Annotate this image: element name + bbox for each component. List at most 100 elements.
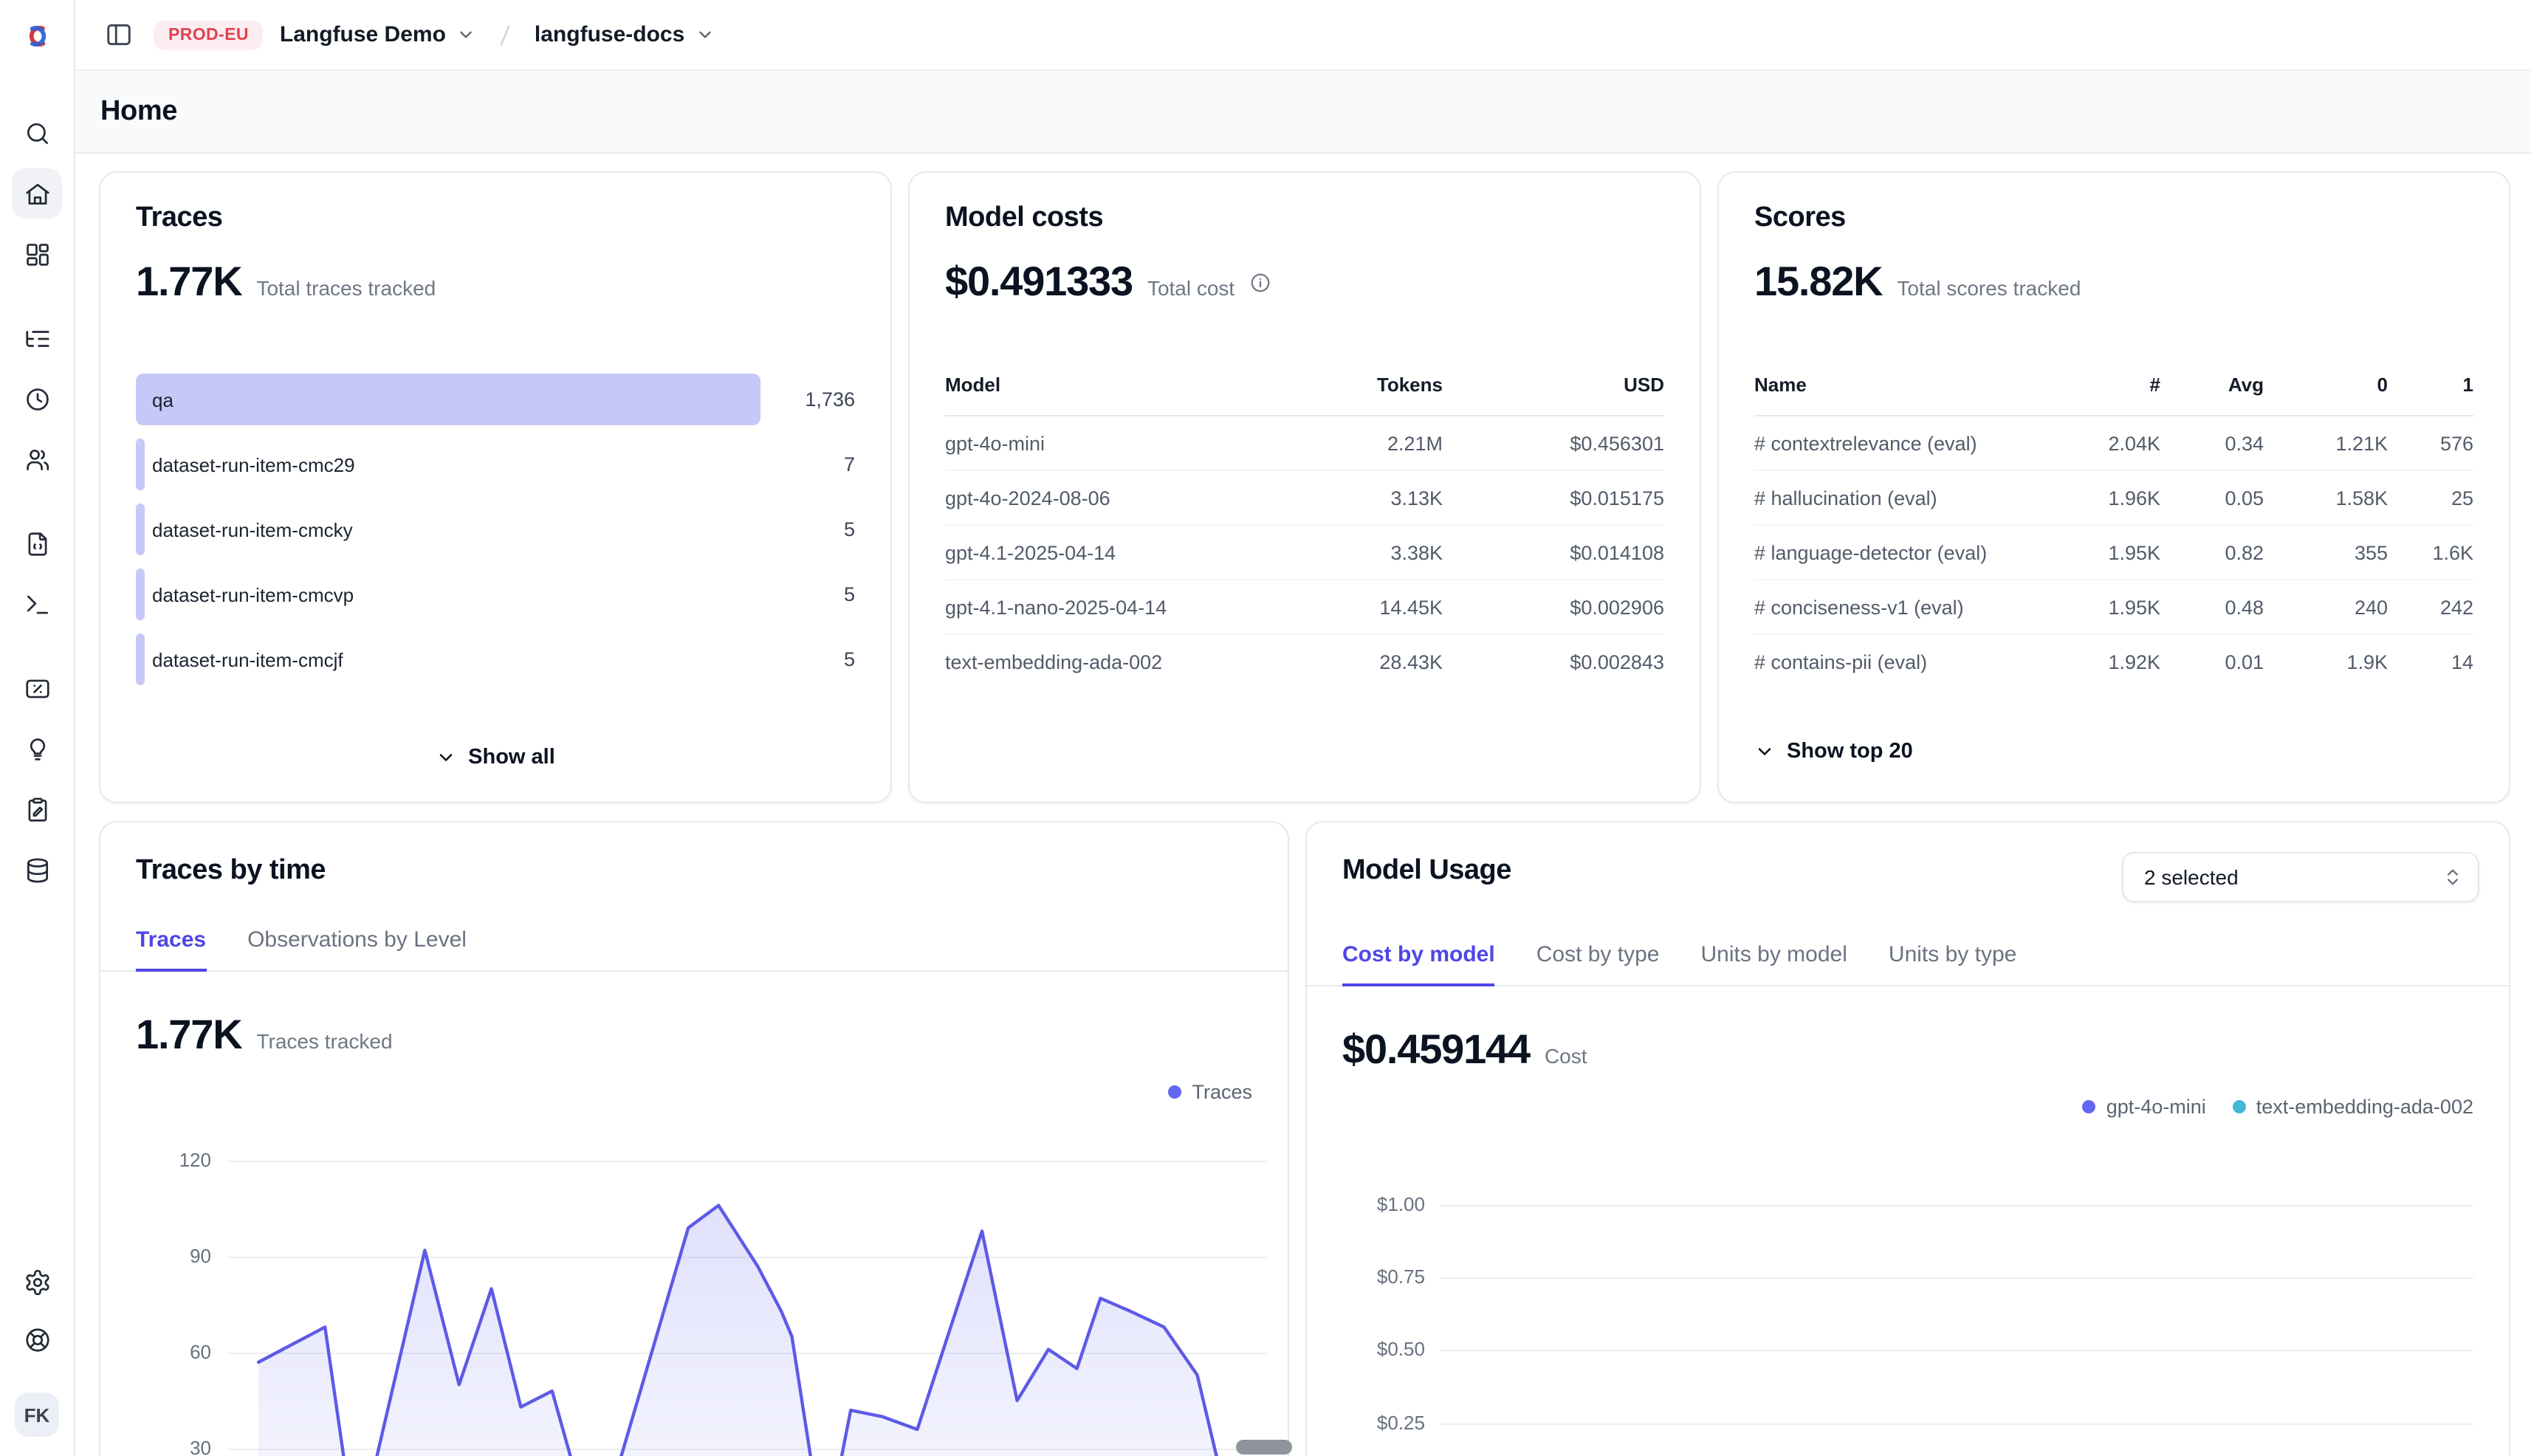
table-header-row: Name#Avg01 (1754, 374, 2473, 416)
table-cell: 0.82 (2160, 541, 2264, 563)
trace-bar-row: qa1,736 (136, 374, 855, 425)
table-cell: # contextrelevance (eval) (1754, 432, 2057, 454)
traces-by-time-card: Traces by time TracesObservations by Lev… (99, 821, 1289, 1456)
legend-dot-icon (2233, 1100, 2246, 1113)
scores-card: Scores 15.82K Total scores tracked Name#… (1717, 171, 2510, 803)
sidebar-toggle-button[interactable] (99, 16, 137, 54)
table-cell: text-embedding-ada-002 (945, 651, 1280, 673)
gridline (1440, 1205, 2473, 1206)
tab-observations-by-level[interactable]: Observations by Level (247, 927, 467, 972)
chevron-down-icon (456, 25, 475, 44)
y-axis-label: $0.50 (1307, 1339, 1425, 1362)
table-cell: 1.21K (2264, 432, 2388, 454)
legend-item: text-embedding-ada-002 (2233, 1096, 2473, 1118)
table-cell: 240 (2264, 596, 2388, 618)
trace-bar-row: dataset-run-item-cmcky5 (136, 504, 855, 555)
tab-traces[interactable]: Traces (136, 927, 206, 972)
trace-bar-value: 5 (760, 648, 855, 670)
model-select[interactable]: 2 selected (2122, 852, 2479, 902)
traces-tracked-label: Traces tracked (256, 1029, 392, 1053)
langfuse-logo[interactable] (0, 0, 74, 71)
column-header: 0 (2264, 374, 2388, 396)
tab-units-by-model[interactable]: Units by model (1700, 942, 1847, 986)
main-column: PROD-EU Langfuse Demo langfuse-docs Home (75, 0, 2531, 1456)
table-cell: # hallucination (eval) (1754, 487, 2057, 509)
chevrons-up-down-icon (2442, 867, 2463, 887)
page-header: Home (75, 71, 2531, 154)
model-usage-chart: $1.00$0.75$0.50$0.25 (1307, 1175, 2509, 1456)
trace-bar-track: dataset-run-item-cmc29 (136, 439, 760, 490)
table-row: # language-detector (eval)1.95K0.823551.… (1754, 526, 2473, 580)
sidebar-item-annotation[interactable] (12, 784, 62, 834)
sidebar-item-settings[interactable] (12, 1257, 62, 1307)
trace-bar-track: dataset-run-item-cmcky (136, 504, 760, 555)
show-all-button[interactable]: Show all (436, 746, 555, 769)
sidebar: FK (0, 0, 75, 1456)
scrollbar-thumb[interactable] (1236, 1440, 1292, 1455)
trace-bar-row: dataset-run-item-cmcvp5 (136, 569, 855, 620)
sidebar-item-prompts[interactable] (12, 518, 62, 569)
table-cell: # language-detector (eval) (1754, 541, 2057, 563)
sidebar-item-users[interactable] (12, 434, 62, 484)
table-cell: 1.96K (2057, 487, 2160, 509)
sidebar-item-insights[interactable] (12, 724, 62, 774)
summary-cards-row: Traces 1.77K Total traces tracked qa1,73… (99, 171, 2510, 803)
show-all-label: Show all (468, 746, 555, 769)
column-header: Tokens (1280, 374, 1443, 396)
dashboards-icon (23, 240, 51, 268)
traces-total-label: Total traces tracked (256, 276, 436, 300)
table-row: gpt-4o-2024-08-063.13K$0.015175 (945, 471, 1664, 526)
show-top-20-label: Show top 20 (1787, 740, 1913, 763)
project-name: langfuse-docs (535, 22, 684, 47)
y-axis-label: 60 (100, 1341, 211, 1364)
y-axis-label: $0.75 (1307, 1266, 1425, 1289)
trace-bar-value: 5 (760, 583, 855, 605)
sidebar-item-datasets[interactable] (12, 845, 62, 895)
table-cell: 14.45K (1280, 596, 1443, 618)
tab-units-by-type[interactable]: Units by type (1889, 942, 2016, 986)
tab-cost-by-type[interactable]: Cost by type (1536, 942, 1660, 986)
table-cell: 242 (2388, 596, 2473, 618)
sidebar-item-dashboards[interactable] (12, 229, 62, 279)
table-cell: $0.015175 (1443, 487, 1664, 509)
table-cell: gpt-4o-2024-08-06 (945, 487, 1280, 509)
trace-name-bar-list: qa1,736dataset-run-item-cmc297dataset-ru… (136, 374, 855, 685)
sidebar-item-search[interactable] (12, 108, 62, 158)
user-avatar[interactable]: FK (15, 1393, 59, 1437)
scores-total-label: Total scores tracked (1897, 276, 2081, 300)
sidebar-item-sessions[interactable] (12, 374, 62, 424)
table-cell: 576 (2388, 432, 2473, 454)
table-cell: gpt-4.1-nano-2025-04-14 (945, 596, 1280, 618)
y-axis-label: 30 (100, 1437, 211, 1456)
sidebar-item-tracing[interactable] (12, 313, 62, 363)
table-row: # conciseness-v1 (eval)1.95K0.48240242 (1754, 580, 2473, 635)
org-switcher[interactable]: Langfuse Demo (280, 22, 475, 47)
trace-bar-label: qa (152, 388, 174, 411)
sidebar-item-evaluation[interactable] (12, 663, 62, 713)
traces-line-series (227, 1131, 1271, 1456)
trace-bar-track: dataset-run-item-cmcjf (136, 633, 760, 685)
org-name: Langfuse Demo (280, 22, 446, 47)
content: Traces 1.77K Total traces tracked qa1,73… (75, 154, 2531, 1456)
model-costs-total-label: Total cost (1147, 276, 1234, 300)
project-switcher[interactable]: langfuse-docs (535, 22, 714, 47)
table-cell: 28.43K (1280, 651, 1443, 673)
table-cell: # conciseness-v1 (eval) (1754, 596, 2057, 618)
table-cell: 1.9K (2264, 651, 2388, 673)
app-root: FK PROD-EU Langfuse Demo (0, 0, 2531, 1456)
sidebar-item-home[interactable] (12, 168, 62, 219)
tab-cost-by-model[interactable]: Cost by model (1342, 942, 1495, 986)
table-cell: # contains-pii (eval) (1754, 651, 2057, 673)
sidebar-item-support[interactable] (12, 1314, 62, 1364)
table-cell: 1.95K (2057, 596, 2160, 618)
trace-bar-label: dataset-run-item-cmcjf (152, 648, 343, 670)
model-usage-tabs: Cost by model Cost by type Units by model U… (1307, 942, 2509, 986)
column-header: # (2057, 374, 2160, 396)
sidebar-nav (12, 71, 62, 905)
show-top-20-button[interactable]: Show top 20 (1754, 740, 1913, 763)
trace-bar-label: dataset-run-item-cmcky (152, 518, 353, 540)
info-icon[interactable] (1249, 271, 1271, 293)
sidebar-item-playground[interactable] (12, 579, 62, 629)
environment-badge: PROD-EU (154, 20, 264, 49)
traces-by-time-chart: 120906030 (100, 1131, 1288, 1456)
